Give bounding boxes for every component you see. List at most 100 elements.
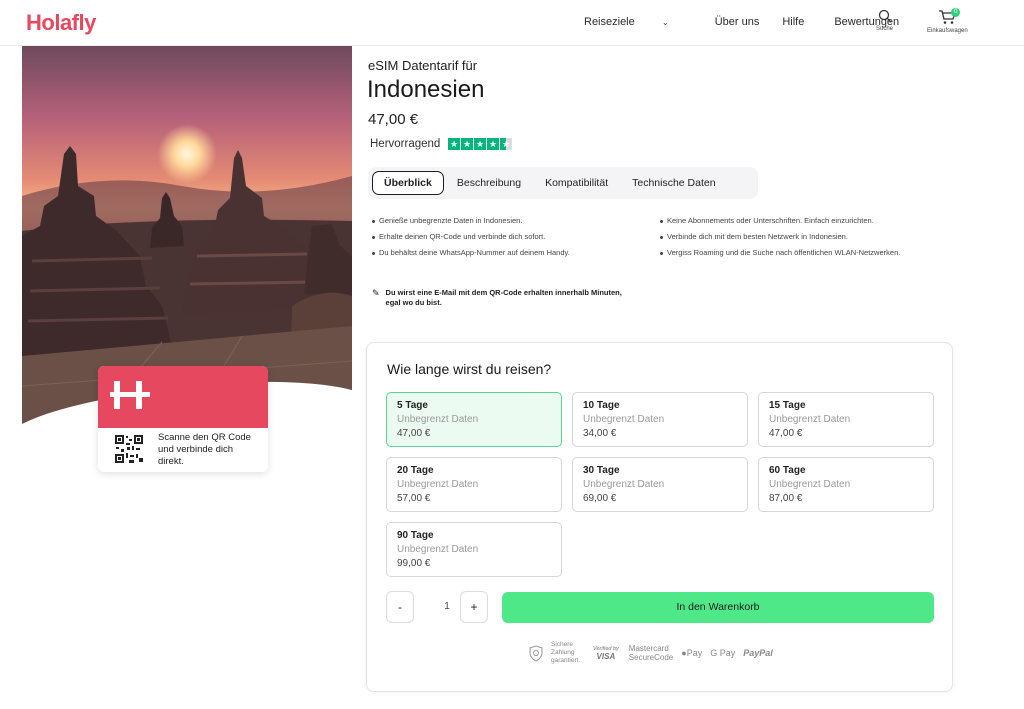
- star-icon: ★: [461, 138, 473, 150]
- card-scan-text: Scanne den QR Code und verbinde dich dir…: [158, 432, 251, 467]
- rating-label: Hervorragend: [370, 138, 441, 150]
- feature-item: Keine Abonnements oder Unterschriften. E…: [660, 216, 930, 226]
- securecode-text: SecureCode: [628, 653, 674, 662]
- quantity-value[interactable]: 1: [433, 601, 461, 612]
- email-notice: ✎ Du wirst eine E-Mail mit dem QR-Code e…: [372, 288, 632, 308]
- mastercard-text: Mastercard: [628, 644, 669, 653]
- feature-item: Du behältst deine WhatsApp-Nummer auf de…: [372, 248, 642, 258]
- holafly-h-logo: [110, 381, 150, 409]
- feature-text: Keine Abonnements oder Unterschriften. E…: [667, 216, 874, 225]
- cart-label: Einkaufswagen: [927, 28, 968, 34]
- star-icon: ★: [474, 138, 486, 150]
- plan-days: 30 Tage: [583, 465, 620, 476]
- cart-button[interactable]: 0 Einkaufswagen: [927, 8, 968, 34]
- feature-text: Erhalte deinen QR-Code und verbinde dich…: [379, 232, 546, 241]
- quantity-increase-button[interactable]: +: [460, 591, 488, 623]
- bullet-icon: [372, 219, 375, 223]
- nav-item-label: Reiseziele: [584, 16, 635, 28]
- plan-data: Unbegrenzt Daten: [583, 414, 665, 425]
- feature-text: Vergiss Roaming und die Suche nach öffen…: [667, 248, 901, 257]
- shield-icon: [529, 644, 543, 662]
- plan-option-5-tage[interactable]: 5 Tage Unbegrenzt Daten 47,00 €: [386, 392, 562, 447]
- payment-methods: Sichere Zahlung garantiert. Verified by …: [529, 641, 781, 665]
- plan-price: 47,00 €: [769, 428, 803, 439]
- tab-beschreibung[interactable]: Beschreibung: [446, 172, 532, 194]
- pencil-icon: ✎: [372, 288, 380, 298]
- card-header: [98, 366, 268, 428]
- bullet-icon: [372, 251, 375, 255]
- feature-item: Verbinde dich mit dem besten Netzwerk in…: [660, 232, 930, 242]
- feature-item: Vergiss Roaming und die Suche nach öffen…: [660, 248, 915, 258]
- bullet-icon: [660, 251, 663, 255]
- plan-days: 5 Tage: [397, 400, 428, 411]
- star-icon: ★: [448, 138, 460, 150]
- plan-data: Unbegrenzt Daten: [583, 479, 665, 490]
- notice-text: Du wirst eine E-Mail mit dem QR-Code erh…: [385, 288, 622, 307]
- paypal-logo: PayPal: [743, 648, 773, 658]
- product-tabs: Überblick Beschreibung Kompatibilität Te…: [368, 167, 758, 199]
- plan-selector: Wie lange wirst du reisen? 5 Tage Unbegr…: [366, 342, 953, 692]
- tab-kompatibilitaet[interactable]: Kompatibilität: [534, 172, 619, 194]
- plan-option-15-tage[interactable]: 15 Tage Unbegrenzt Daten 47,00 €: [758, 392, 934, 447]
- plan-option-60-tage[interactable]: 60 Tage Unbegrenzt Daten 87,00 €: [758, 457, 934, 512]
- search-button[interactable]: Suche: [876, 9, 893, 32]
- plan-days: 60 Tage: [769, 465, 806, 476]
- plan-days: 15 Tage: [769, 400, 806, 411]
- plan-price: 57,00 €: [397, 493, 431, 504]
- bullet-icon: [660, 219, 663, 223]
- nav-item-ueber-uns[interactable]: Über uns: [715, 16, 760, 28]
- holafly-logo[interactable]: Holafly: [26, 10, 96, 36]
- feature-item: Genieße unbegrenzte Daten in Indonesien.: [372, 216, 642, 226]
- apple-pay-text: Pay: [686, 648, 703, 658]
- esim-qr-card: Scanne den QR Code und verbinde dich dir…: [98, 366, 268, 472]
- quantity-decrease-button[interactable]: -: [386, 591, 414, 623]
- feature-text: Du behältst deine WhatsApp-Nummer auf de…: [379, 248, 570, 257]
- plan-price: 99,00 €: [397, 558, 431, 569]
- star-icon: ★: [487, 138, 499, 150]
- plan-data: Unbegrenzt Daten: [397, 479, 479, 490]
- apple-pay-logo: ●Pay: [681, 648, 702, 658]
- top-header: Holafly Reiseziele ⌄ Über uns Hilfe Bewe…: [0, 0, 1024, 46]
- page-title: Indonesien: [367, 76, 485, 103]
- plan-option-90-tage[interactable]: 90 Tage Unbegrenzt Daten 99,00 €: [386, 522, 562, 577]
- verified-by-visa-logo: Verified by VISA: [593, 645, 619, 661]
- plan-data: Unbegrenzt Daten: [769, 414, 851, 425]
- feature-text: Verbinde dich mit dem besten Netzwerk in…: [667, 232, 848, 241]
- plan-days: 90 Tage: [397, 530, 434, 541]
- search-icon: [878, 9, 891, 23]
- tab-technische-daten[interactable]: Technische Daten: [621, 172, 726, 194]
- qr-code-icon: [114, 434, 144, 464]
- feature-text: Genieße unbegrenzte Daten in Indonesien.: [379, 216, 523, 225]
- product-subtitle: eSIM Datentarif für: [368, 58, 478, 73]
- nav-item-reiseziele[interactable]: Reiseziele ⌄: [584, 16, 692, 28]
- chevron-down-icon: ⌄: [659, 18, 669, 27]
- google-pay-logo: G Pay: [710, 648, 736, 658]
- secure-payment-text: Sichere Zahlung garantiert.: [551, 641, 581, 664]
- add-to-cart-button[interactable]: In den Warenkorb: [502, 592, 934, 623]
- plan-option-10-tage[interactable]: 10 Tage Unbegrenzt Daten 34,00 €: [572, 392, 748, 447]
- product-price: 47,00 €: [368, 111, 419, 128]
- nav-item-hilfe[interactable]: Hilfe: [782, 16, 804, 28]
- bullet-icon: [660, 235, 663, 239]
- plan-data: Unbegrenzt Daten: [769, 479, 851, 490]
- tab-ueberblick[interactable]: Überblick: [372, 171, 444, 195]
- trustpilot-stars[interactable]: ★ ★ ★ ★ ★: [448, 138, 513, 150]
- plan-data: Unbegrenzt Daten: [397, 544, 479, 555]
- plan-option-30-tage[interactable]: 30 Tage Unbegrenzt Daten 69,00 €: [572, 457, 748, 512]
- search-label: Suche: [876, 26, 894, 32]
- plan-title: Wie lange wirst du reisen?: [387, 361, 552, 377]
- bullet-icon: [372, 235, 375, 239]
- plan-price: 47,00 €: [397, 428, 431, 439]
- half-star-icon: ★: [500, 138, 512, 150]
- cart-count-badge: 0: [951, 8, 961, 17]
- visa-text: VISA: [596, 652, 616, 661]
- mastercard-securecode-logo: Mastercard SecureCode: [629, 644, 673, 662]
- plan-price: 69,00 €: [583, 493, 617, 504]
- plan-days: 10 Tage: [583, 400, 620, 411]
- plan-option-20-tage[interactable]: 20 Tage Unbegrenzt Daten 57,00 €: [386, 457, 562, 512]
- plan-days: 20 Tage: [397, 465, 434, 476]
- plan-price: 87,00 €: [769, 493, 803, 504]
- feature-item: Erhalte deinen QR-Code und verbinde dich…: [372, 232, 642, 242]
- main-nav: Reiseziele ⌄ Über uns Hilfe Bewertungen: [584, 16, 922, 28]
- plan-price: 34,00 €: [583, 428, 617, 439]
